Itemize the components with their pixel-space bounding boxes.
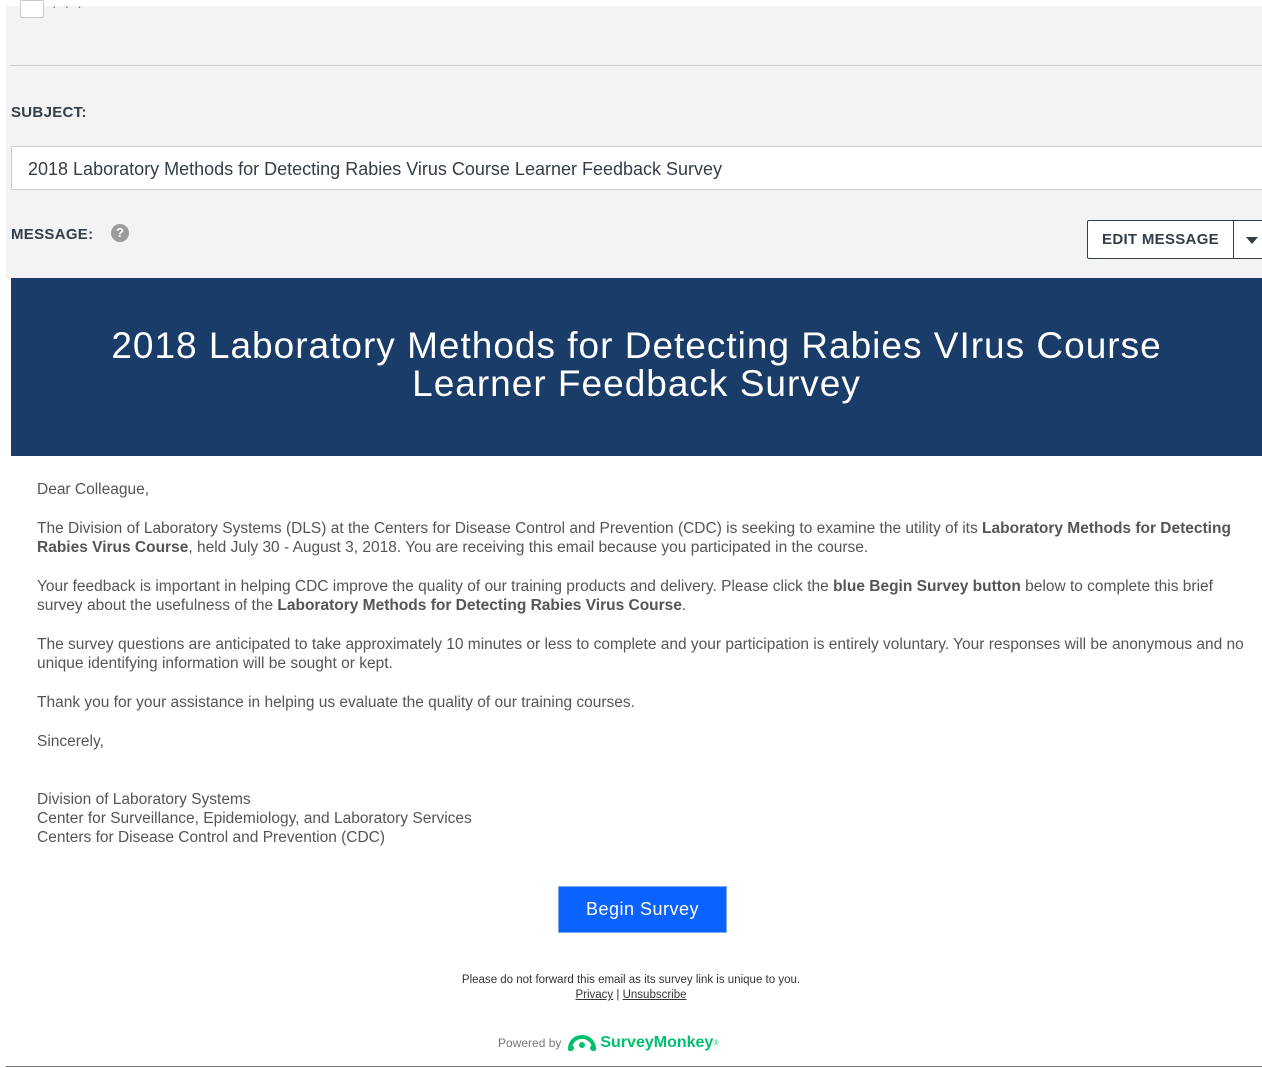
p2-course-name: Laboratory Methods for Detecting Rabies …	[277, 597, 682, 614]
p2-text: Your feedback is important in helping CD…	[37, 578, 834, 595]
editor-panel: · · ·	[6, 0, 1262, 278]
surveymonkey-logo-icon	[568, 1034, 597, 1051]
privacy-link[interactable]: Privacy	[575, 989, 613, 1001]
signature-line-1: Division of Laboratory Systems	[37, 791, 251, 808]
bottom-border	[6, 1066, 1262, 1067]
paragraph-1: The Division of Laboratory Systems (DLS)…	[37, 519, 1252, 557]
greeting: Dear Colleague,	[37, 481, 150, 498]
edit-message-dropdown-button[interactable]	[1234, 220, 1262, 259]
surveymonkey-brand: SurveyMonkey	[600, 1034, 714, 1051]
subject-input[interactable]: 2018 Laboratory Methods for Detecting Ra…	[11, 146, 1262, 190]
email-text: Dear Colleague, The Division of Laborato…	[37, 480, 1252, 847]
paragraph-2: Your feedback is important in helping CD…	[37, 577, 1252, 615]
message-label: MESSAGE:	[11, 226, 94, 243]
banner-title-line1: 2018 Laboratory Methods for Detecting Ra…	[111, 325, 1162, 366]
paragraph-4: Thank you for your assistance in helping…	[37, 694, 635, 711]
p2-button-ref: blue Begin Survey button	[833, 578, 1021, 595]
p1-text-end: , held July 30 - August 3, 2018. You are…	[188, 539, 869, 556]
unsubscribe-link[interactable]: Unsubscribe	[623, 989, 687, 1001]
paragraph-3: The survey questions are anticipated to …	[37, 636, 1244, 672]
signature: Division of Laboratory Systems Center fo…	[37, 790, 1252, 847]
powered-by-surveymonkey[interactable]: Powered by SurveyMonkey ®	[498, 1031, 718, 1055]
footer-links: Privacy | Unsubscribe	[0, 988, 1262, 1002]
forward-notice: Please do not forward this email as its …	[461, 974, 801, 986]
banner-title-line2: Learner Feedback Survey	[412, 363, 861, 404]
top-cut-label: · · ·	[52, 0, 84, 12]
p1-text: The Division of Laboratory Systems (DLS)…	[37, 520, 983, 537]
brand-trademark: ®	[713, 1039, 719, 1047]
powered-by-label: Powered by	[498, 1036, 562, 1050]
edit-message-button[interactable]: EDIT MESSAGE	[1087, 220, 1234, 259]
help-icon[interactable]: ?	[111, 224, 129, 242]
caret-down-icon	[1246, 237, 1258, 244]
email-banner: 2018 Laboratory Methods for Detecting Ra…	[11, 278, 1262, 456]
top-checkbox[interactable]	[20, 0, 44, 18]
p2-text-end: .	[681, 597, 687, 614]
subject-label: SUBJECT:	[11, 104, 87, 121]
survey-email-editor: · · · SUBJECT: 2018 Laboratory Methods f…	[0, 0, 1262, 1068]
signature-line-2: Center for Surveillance, Epidemiology, a…	[37, 810, 472, 827]
closing: Sincerely,	[37, 733, 104, 750]
link-separator: |	[616, 989, 620, 1001]
begin-survey-button[interactable]: Begin Survey	[558, 886, 727, 933]
signature-line-3: Centers for Disease Control and Preventi…	[37, 829, 386, 846]
section-divider	[10, 65, 1262, 66]
